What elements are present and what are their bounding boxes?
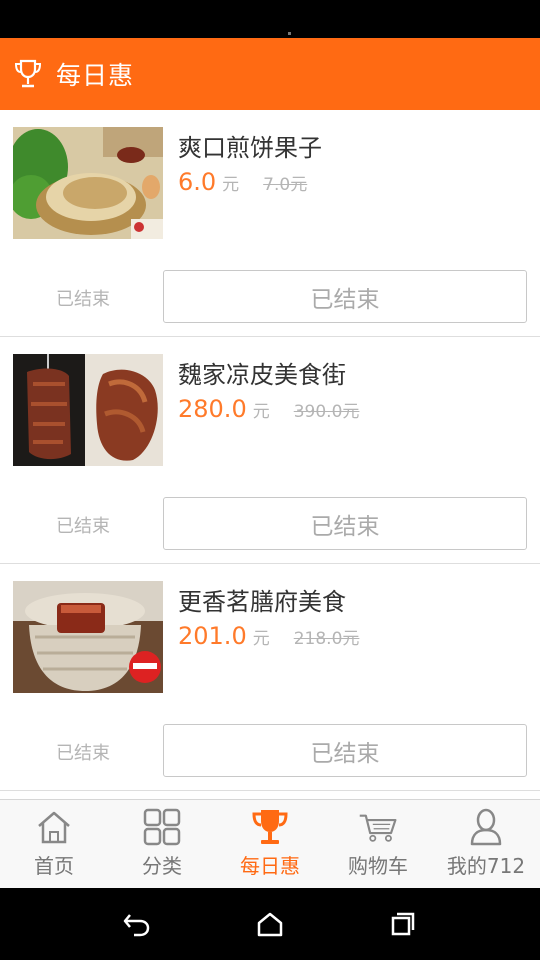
tab-label: 购物车 bbox=[348, 854, 408, 878]
price-unit: 元 bbox=[222, 175, 240, 195]
grid-icon bbox=[143, 808, 181, 846]
original-price: 390.0元 bbox=[293, 402, 360, 422]
product-name[interactable]: 爽口煎饼果子 bbox=[178, 128, 322, 163]
product-name[interactable]: 更香茗膳府美食 bbox=[178, 582, 346, 617]
app-header: 每日惠 bbox=[0, 38, 540, 110]
tab-home[interactable]: 首页 bbox=[0, 800, 108, 888]
back-icon bbox=[123, 914, 149, 937]
ended-button[interactable]: 已结束 bbox=[163, 270, 527, 323]
bottom-tab-bar: 首页 分类 每日惠 购物车 我的712 bbox=[0, 799, 540, 888]
status-label: 已结束 bbox=[56, 516, 110, 537]
list-item[interactable]: 更香茗膳府美食 201.0 元 218.0元 已结束 已结束 bbox=[0, 564, 540, 791]
ended-button[interactable]: 已结束 bbox=[163, 724, 527, 777]
deal-price: 280.0 bbox=[178, 395, 247, 423]
tab-daily-deals[interactable]: 每日惠 bbox=[216, 800, 324, 888]
tab-label: 分类 bbox=[142, 854, 182, 878]
back-button[interactable] bbox=[113, 900, 161, 948]
home-icon bbox=[38, 811, 70, 844]
trophy-icon bbox=[252, 810, 288, 844]
status-bar bbox=[0, 0, 540, 38]
list-item[interactable]: 魏家凉皮美食街 280.0 元 390.0元 已结束 已结束 bbox=[0, 337, 540, 564]
home-button[interactable] bbox=[246, 900, 294, 948]
page-title: 每日惠 bbox=[56, 61, 135, 90]
price-row: 280.0 元 390.0元 bbox=[178, 395, 359, 423]
status-label: 已结束 bbox=[56, 743, 110, 764]
deal-list[interactable]: 爽口煎饼果子 6.0 元 7.0元 已结束 已结束 魏家凉皮美食街 280.0 bbox=[0, 110, 540, 799]
original-price: 218.0元 bbox=[293, 629, 360, 649]
product-image[interactable] bbox=[13, 354, 163, 466]
tab-label: 首页 bbox=[34, 854, 74, 878]
deal-price: 6.0 bbox=[178, 168, 217, 196]
user-icon bbox=[470, 808, 502, 846]
tab-category[interactable]: 分类 bbox=[108, 800, 216, 888]
ended-button[interactable]: 已结束 bbox=[163, 497, 527, 550]
price-row: 201.0 元 218.0元 bbox=[178, 622, 359, 650]
home-icon bbox=[257, 912, 283, 937]
recents-button[interactable] bbox=[379, 900, 427, 948]
price-row: 6.0 元 7.0元 bbox=[178, 168, 307, 196]
tab-label: 我的712 bbox=[446, 854, 526, 878]
cart-icon bbox=[359, 814, 397, 842]
original-price: 7.0元 bbox=[263, 175, 308, 195]
status-label: 已结束 bbox=[56, 289, 110, 310]
tab-cart[interactable]: 购物车 bbox=[324, 800, 432, 888]
tab-profile[interactable]: 我的712 bbox=[432, 800, 540, 888]
trophy-icon bbox=[14, 59, 42, 88]
product-image[interactable] bbox=[13, 127, 163, 239]
tab-label: 每日惠 bbox=[240, 854, 300, 878]
recents-icon bbox=[392, 912, 415, 936]
product-image[interactable] bbox=[13, 581, 163, 693]
list-item[interactable]: 爽口煎饼果子 6.0 元 7.0元 已结束 已结束 bbox=[0, 110, 540, 337]
deal-price: 201.0 bbox=[178, 622, 247, 650]
price-unit: 元 bbox=[252, 402, 270, 422]
price-unit: 元 bbox=[252, 629, 270, 649]
product-name[interactable]: 魏家凉皮美食街 bbox=[178, 355, 346, 390]
system-nav-bar bbox=[0, 888, 540, 960]
